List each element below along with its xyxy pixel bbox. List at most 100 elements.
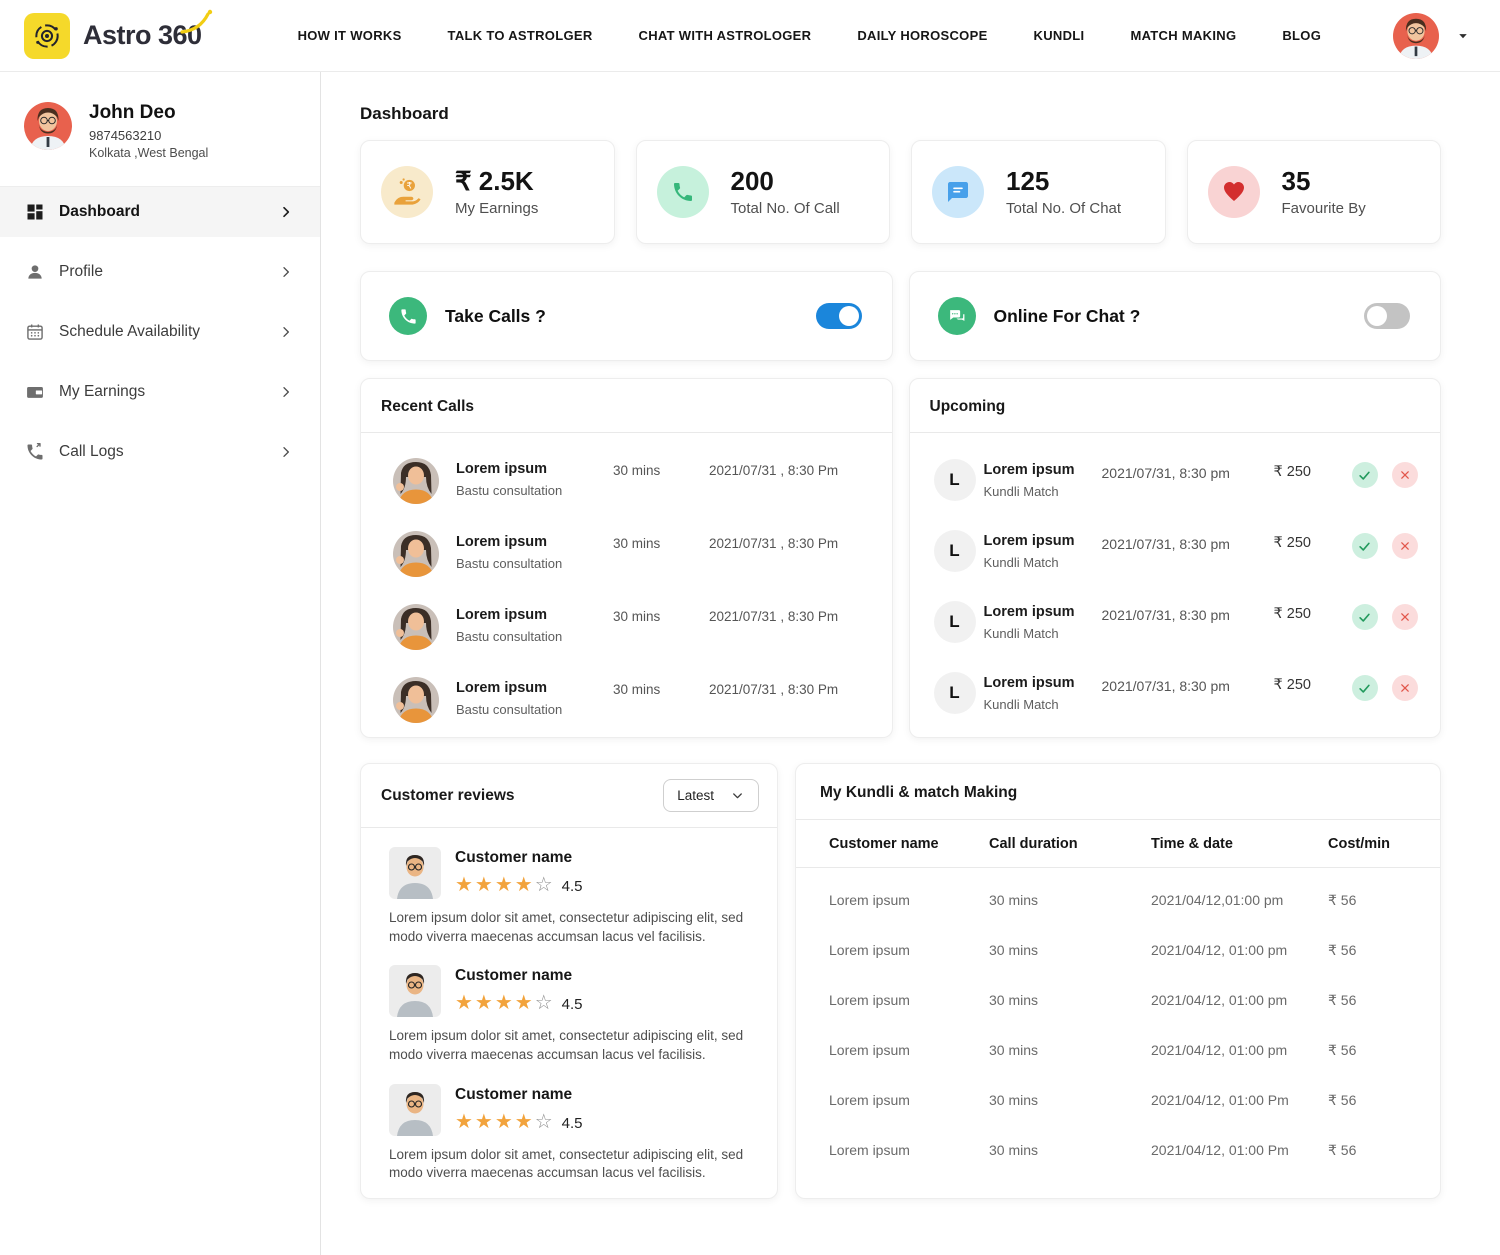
review-item: Customer name ★★★★☆4.5 Lorem ipsum dolor… (389, 847, 749, 946)
star-rating: ★★★★☆4.5 (455, 1115, 583, 1132)
cell-cost: ₹ 56 (1328, 892, 1440, 909)
accept-booking-button[interactable] (1352, 604, 1378, 630)
cell-cost: ₹ 56 (1328, 1042, 1440, 1059)
reject-booking-button[interactable] (1392, 533, 1418, 559)
accept-booking-button[interactable] (1352, 675, 1378, 701)
call-duration: 30 mins (613, 463, 709, 478)
caller-name: Lorem ipsum (456, 680, 613, 696)
reviewer-name: Customer name (455, 849, 583, 867)
upcoming-list: L Lorem ipsum Kundli Match 2021/07/31, 8… (910, 433, 1441, 729)
cell-cost: ₹ 56 (1328, 942, 1440, 959)
chevron-right-icon (278, 384, 294, 400)
brand-logo[interactable]: Astro 360 (24, 13, 202, 59)
cell-customer-name: Lorem ipsum (829, 992, 989, 1008)
star-icon: ★★★★ (455, 1111, 535, 1133)
cell-time-date: 2021/04/12, 01:00 Pm (1151, 1092, 1328, 1108)
reject-booking-button[interactable] (1392, 675, 1418, 701)
col-time-date: Time & date (1151, 836, 1328, 852)
stat-card-chats: 125 Total No. Of Chat (911, 140, 1166, 244)
reject-booking-button[interactable] (1392, 462, 1418, 488)
caller-name: Lorem ipsum (456, 461, 613, 477)
main-nav: HOW IT WORKS TALK TO ASTROLGER CHAT WITH… (298, 28, 1322, 43)
booking-datetime: 2021/07/31, 8:30 pm (1102, 465, 1274, 481)
upcoming-row: L Lorem ipsum Kundli Match 2021/07/31, 8… (934, 658, 1417, 729)
toggle-knob (839, 306, 859, 326)
booking-datetime: 2021/07/31, 8:30 pm (1102, 607, 1274, 623)
nav-item[interactable]: BLOG (1282, 28, 1321, 43)
table-row: Lorem ipsum 30 mins 2021/04/12, 01:00 Pm… (796, 1125, 1440, 1175)
chevron-right-icon (278, 324, 294, 340)
customer-initial-avatar: L (934, 459, 976, 501)
sidebar-item-label: Profile (59, 263, 103, 281)
accept-booking-button[interactable] (1352, 462, 1378, 488)
earnings-hand-coin-icon: ₹ (381, 166, 433, 218)
stat-card-calls: 200 Total No. Of Call (636, 140, 891, 244)
booking-amount: ₹ 250 (1274, 464, 1352, 480)
caller-avatar (393, 458, 439, 504)
table-row: Lorem ipsum 30 mins 2021/04/12, 01:00 pm… (796, 975, 1440, 1025)
review-text: Lorem ipsum dolor sit amet, consectetur … (389, 1146, 749, 1183)
nav-item[interactable]: TALK TO ASTROLGER (448, 28, 593, 43)
cell-time-date: 2021/04/12, 01:00 pm (1151, 942, 1328, 958)
chevron-right-icon (278, 204, 294, 220)
sidebar-item-my-earnings[interactable]: My Earnings (0, 367, 320, 417)
sidebar-item-dashboard[interactable]: Dashboard (0, 187, 320, 237)
review-item: Customer name ★★★★☆4.5 Lorem ipsum dolor… (389, 965, 749, 1064)
reviewer-name: Customer name (455, 967, 583, 985)
rating-value: 4.5 (562, 996, 583, 1013)
recent-call-row: Lorem ipsum Bastu consultation 30 mins 2… (393, 664, 866, 737)
user-avatar[interactable] (1393, 13, 1439, 59)
cell-call-duration: 30 mins (989, 1042, 1151, 1058)
online-chat-label: Online For Chat ? (994, 306, 1141, 327)
account-menu[interactable] (1393, 13, 1472, 59)
stat-card-favourites: 35 Favourite By (1187, 140, 1442, 244)
reviews-list: Customer name ★★★★☆4.5 Lorem ipsum dolor… (361, 828, 777, 1183)
nav-item[interactable]: HOW IT WORKS (298, 28, 402, 43)
caller-name: Lorem ipsum (456, 607, 613, 623)
caret-down-icon[interactable] (1454, 27, 1472, 45)
nav-item[interactable]: CHAT WITH ASTROLOGER (639, 28, 812, 43)
caller-avatar (393, 604, 439, 650)
cell-customer-name: Lorem ipsum (829, 942, 989, 958)
sidebar-item-call-logs[interactable]: Call Logs (0, 427, 320, 477)
online-chat-toggle[interactable] (1364, 303, 1410, 329)
call-datetime: 2021/07/31 , 8:30 Pm (709, 536, 866, 551)
customer-name: Lorem ipsum (984, 462, 1102, 478)
upcoming-card: Upcoming L Lorem ipsum Kundli Match 2021… (909, 378, 1442, 738)
booking-datetime: 2021/07/31, 8:30 pm (1102, 536, 1274, 552)
call-duration: 30 mins (613, 609, 709, 624)
recent-call-row: Lorem ipsum Bastu consultation 30 mins 2… (393, 591, 866, 664)
review-item: Customer name ★★★★☆4.5 Lorem ipsum dolor… (389, 1084, 749, 1183)
sidebar-item-profile[interactable]: Profile (0, 247, 320, 297)
star-icon: ★★★★ (455, 992, 535, 1014)
calendar-icon (24, 321, 46, 343)
cell-cost: ₹ 56 (1328, 992, 1440, 1009)
sidebar-menu: Dashboard Profile Sched (0, 187, 320, 477)
nav-item[interactable]: KUNDLI (1034, 28, 1085, 43)
table-row: Lorem ipsum 30 mins 2021/04/12,01:00 pm … (796, 875, 1440, 925)
accept-booking-button[interactable] (1352, 533, 1378, 559)
sidebar-item-schedule-availability[interactable]: Schedule Availability (0, 307, 320, 357)
kundli-table-body: Lorem ipsum 30 mins 2021/04/12,01:00 pm … (796, 868, 1440, 1175)
call-duration: 30 mins (613, 682, 709, 697)
main-content: Dashboard ₹ ₹ 2.5K My Earnings 200 (321, 72, 1500, 1255)
user-phone: 9874563210 (89, 128, 208, 143)
reject-booking-button[interactable] (1392, 604, 1418, 630)
call-datetime: 2021/07/31 , 8:30 Pm (709, 463, 866, 478)
reviews-sort-value: Latest (677, 788, 714, 803)
call-service: Bastu consultation (456, 629, 613, 644)
nav-item[interactable]: DAILY HOROSCOPE (857, 28, 987, 43)
toggles-row: Take Calls ? Online For Chat ? (360, 271, 1441, 361)
customer-initial-avatar: L (934, 601, 976, 643)
booking-service: Kundli Match (984, 555, 1102, 570)
nav-item[interactable]: MATCH MAKING (1130, 28, 1236, 43)
rating-value: 4.5 (562, 878, 583, 895)
take-calls-toggle[interactable] (816, 303, 862, 329)
recent-call-row: Lorem ipsum Bastu consultation 30 mins 2… (393, 518, 866, 591)
booking-service: Kundli Match (984, 626, 1102, 641)
reviews-sort-dropdown[interactable]: Latest (663, 779, 759, 812)
page-title: Dashboard (360, 104, 1441, 124)
booking-amount: ₹ 250 (1274, 677, 1352, 693)
stats-row: ₹ ₹ 2.5K My Earnings 200 Total No. Of Ca… (360, 140, 1441, 244)
reviewer-name: Customer name (455, 1086, 583, 1104)
